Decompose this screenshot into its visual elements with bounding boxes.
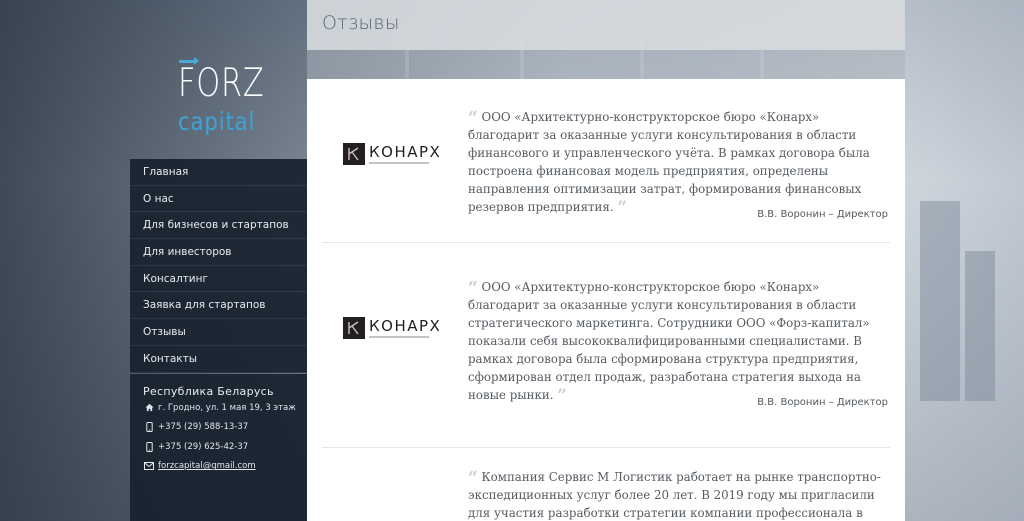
contacts-country: Республика Беларусь bbox=[143, 385, 274, 398]
nav-item-startup-application[interactable]: Заявка для стартапов bbox=[130, 292, 307, 320]
header-strip bbox=[307, 50, 905, 79]
konarh-logo-text: КОНАРХ bbox=[369, 317, 442, 335]
sidebar: FORZ capital Главная О нас Для бизнесов … bbox=[130, 0, 307, 521]
main-navigation: Главная О нас Для бизнесов и стартапов Д… bbox=[130, 159, 307, 373]
review-text-body: Компания Сервис М Логистик работает на р… bbox=[468, 470, 881, 520]
contact-email-link[interactable]: forzcapital@gmail.com bbox=[158, 461, 256, 471]
nav-item-business[interactable]: Для бизнесов и стартапов bbox=[130, 212, 307, 240]
page-title: Отзывы bbox=[322, 12, 400, 34]
mobile-phone-icon bbox=[143, 421, 155, 433]
forz-capital-logo[interactable]: FORZ capital bbox=[178, 57, 268, 140]
quote-close-icon: ” bbox=[617, 198, 628, 218]
konarh-logo-subline bbox=[369, 162, 429, 164]
review-text: “ ООО «Архитектурно-конструкторское бюро… bbox=[468, 108, 892, 218]
contact-email: forzcapital@gmail.com bbox=[143, 457, 307, 477]
review-item: КОНАРХ “ ООО «Архитектурно-конструкторск… bbox=[322, 103, 890, 243]
background-building bbox=[965, 251, 995, 401]
review-author: В.В. Воронин – Директор bbox=[757, 209, 888, 220]
contact-address-text: г. Гродно, ул. 1 мая 19, 3 этаж bbox=[158, 402, 296, 413]
konarh-logo: КОНАРХ bbox=[343, 143, 440, 169]
nav-item-home[interactable]: Главная bbox=[130, 159, 307, 186]
review-text: “ Компания Сервис М Логистик работает на… bbox=[468, 468, 892, 521]
background-building bbox=[920, 201, 960, 401]
konarh-logo-mark-icon bbox=[343, 143, 365, 165]
nav-item-consulting[interactable]: Консалтинг bbox=[130, 266, 307, 293]
reviews-content: КОНАРХ “ ООО «Архитектурно-конструкторск… bbox=[307, 79, 905, 521]
quote-open-icon: “ bbox=[468, 108, 478, 128]
quote-open-icon: “ bbox=[468, 468, 478, 488]
konarh-logo-mark-icon bbox=[343, 317, 365, 339]
konarh-logo-text: КОНАРХ bbox=[369, 143, 442, 161]
page-header: Отзывы bbox=[307, 0, 905, 50]
home-icon bbox=[143, 402, 155, 414]
nav-item-investors[interactable]: Для инвесторов bbox=[130, 239, 307, 266]
contact-phone-2-text[interactable]: +375 (29) 625-42-37 bbox=[158, 442, 248, 452]
logo-bottom-text: capital bbox=[178, 107, 256, 136]
review-item: КОНАРХ “ ООО «Архитектурно-конструкторск… bbox=[322, 268, 890, 448]
contact-address: г. Гродно, ул. 1 мая 19, 3 этаж bbox=[143, 398, 307, 418]
konarh-logo: КОНАРХ bbox=[343, 317, 440, 343]
contact-phone-1-text[interactable]: +375 (29) 588-13-37 bbox=[158, 422, 248, 432]
quote-open-icon: “ bbox=[468, 278, 478, 298]
logo-top-text: FORZ bbox=[178, 61, 265, 106]
nav-item-contacts[interactable]: Контакты bbox=[130, 346, 307, 373]
envelope-icon bbox=[143, 460, 155, 472]
review-text-body: ООО «Архитектурно-конструкторское бюро «… bbox=[468, 280, 870, 402]
review-text-body: ООО «Архитектурно-конструкторское бюро «… bbox=[468, 110, 870, 214]
contact-phone-1: +375 (29) 588-13-37 bbox=[143, 418, 307, 438]
contacts-block: Республика Беларусь г. Гродно, ул. 1 мая… bbox=[130, 374, 307, 521]
quote-close-icon: ” bbox=[557, 386, 568, 406]
nav-item-reviews[interactable]: Отзывы bbox=[130, 319, 307, 346]
review-author: В.В. Воронин – Директор bbox=[757, 397, 888, 408]
konarh-logo-subline bbox=[369, 336, 429, 338]
review-item: “ Компания Сервис М Логистик работает на… bbox=[322, 467, 890, 521]
review-text: “ ООО «Архитектурно-конструкторское бюро… bbox=[468, 278, 892, 406]
mobile-phone-icon bbox=[143, 441, 155, 453]
nav-item-about[interactable]: О нас bbox=[130, 186, 307, 213]
contact-phone-2: +375 (29) 625-42-37 bbox=[143, 437, 307, 457]
